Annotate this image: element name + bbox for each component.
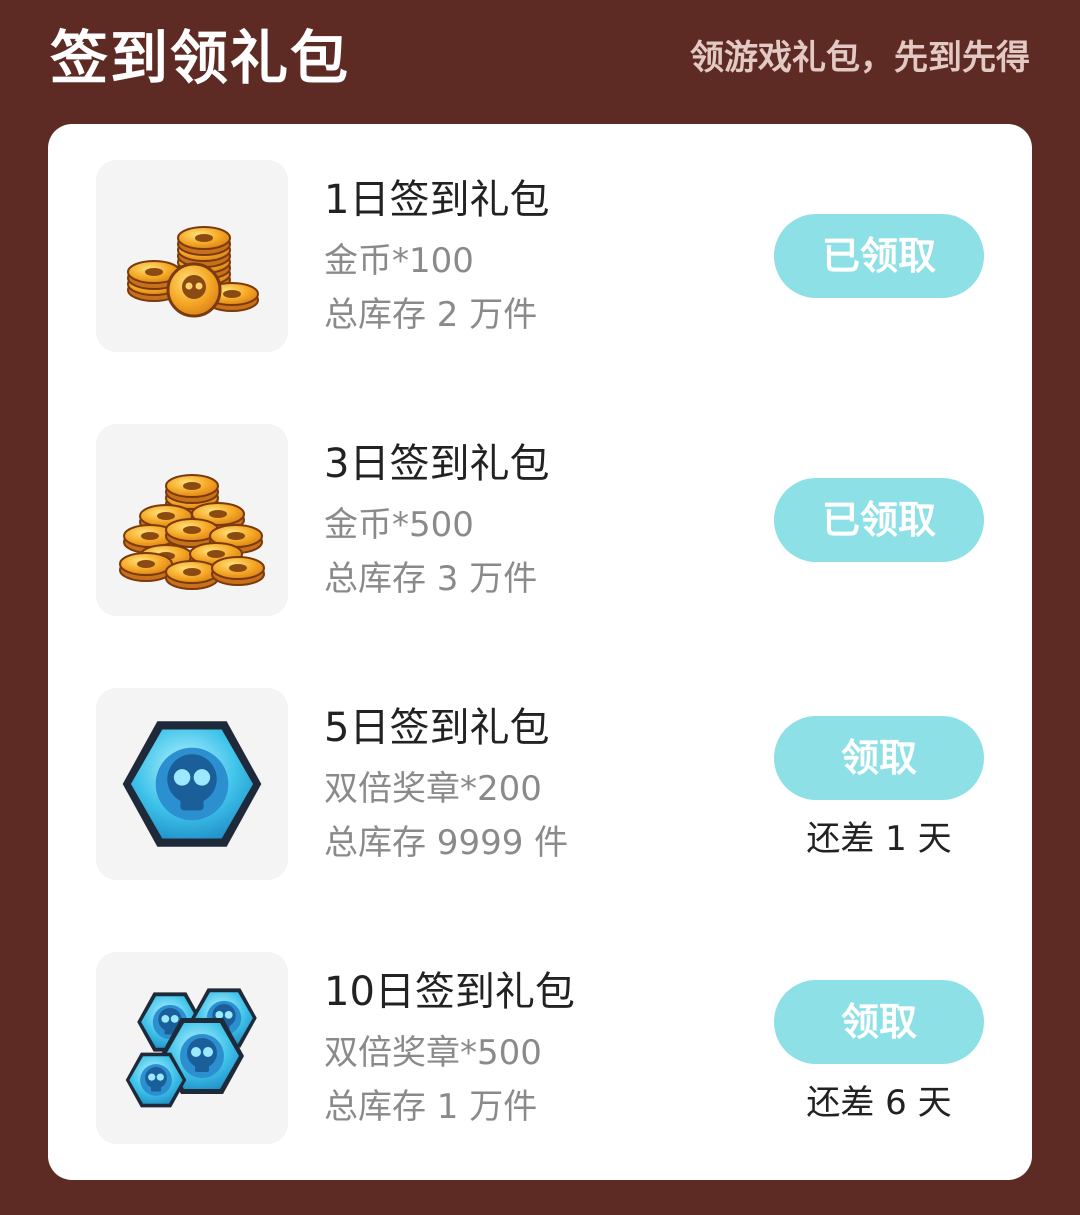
gift-stock: 总库存 1 万件	[324, 1087, 538, 1127]
gift-thumbnail	[96, 952, 288, 1144]
gold-coins-small-stack-icon	[127, 226, 259, 318]
claimed-button[interactable]: 已领取	[774, 478, 984, 562]
gift-row-day-1: 1日签到礼包 金币*100 总库存 2 万件 已领取	[48, 160, 1032, 352]
gold-coins-large-pile-icon	[119, 474, 265, 590]
gift-stock: 总库存 2 万件	[324, 295, 538, 335]
gift-reward: 金币*500	[324, 505, 474, 545]
claim-button[interactable]: 领取	[774, 980, 984, 1064]
gift-thumbnail	[96, 160, 288, 352]
gift-title: 1日签到礼包	[324, 177, 550, 223]
gift-title: 10日签到礼包	[324, 969, 575, 1015]
page-subtitle: 领游戏礼包，先到先得	[690, 38, 1030, 78]
gift-reward: 双倍奖章*500	[324, 1033, 542, 1073]
gift-stock: 总库存 3 万件	[324, 559, 538, 599]
gift-thumbnail	[96, 424, 288, 616]
gift-row-day-3: 3日签到礼包 金币*500 总库存 3 万件 已领取	[48, 424, 1032, 616]
gift-stock: 总库存 9999 件	[324, 823, 569, 863]
gift-title: 3日签到礼包	[324, 441, 550, 487]
blue-skull-medals-pile-icon	[125, 988, 257, 1108]
checkin-gift-page: 签到领礼包 领游戏礼包，先到先得 1日签到礼包 金币*100 总库存 2 万件 …	[0, 0, 1080, 1215]
claimed-button[interactable]: 已领取	[774, 214, 984, 298]
gift-title: 5日签到礼包	[324, 705, 550, 751]
blue-skull-medal-icon	[122, 721, 262, 847]
days-remaining-text: 还差 6 天	[806, 1083, 952, 1123]
claim-button[interactable]: 领取	[774, 716, 984, 800]
gift-reward: 金币*100	[324, 241, 474, 281]
days-remaining-text: 还差 1 天	[806, 819, 952, 859]
gift-list-card: 1日签到礼包 金币*100 总库存 2 万件 已领取 3日签到礼包 金币*500…	[48, 124, 1032, 1180]
gift-reward: 双倍奖章*200	[324, 769, 542, 809]
gift-row-day-5: 5日签到礼包 双倍奖章*200 总库存 9999 件 领取 还差 1 天	[48, 688, 1032, 880]
gift-row-day-10: 10日签到礼包 双倍奖章*500 总库存 1 万件 领取 还差 6 天	[48, 952, 1032, 1144]
page-title: 签到领礼包	[50, 24, 351, 92]
gift-thumbnail	[96, 688, 288, 880]
